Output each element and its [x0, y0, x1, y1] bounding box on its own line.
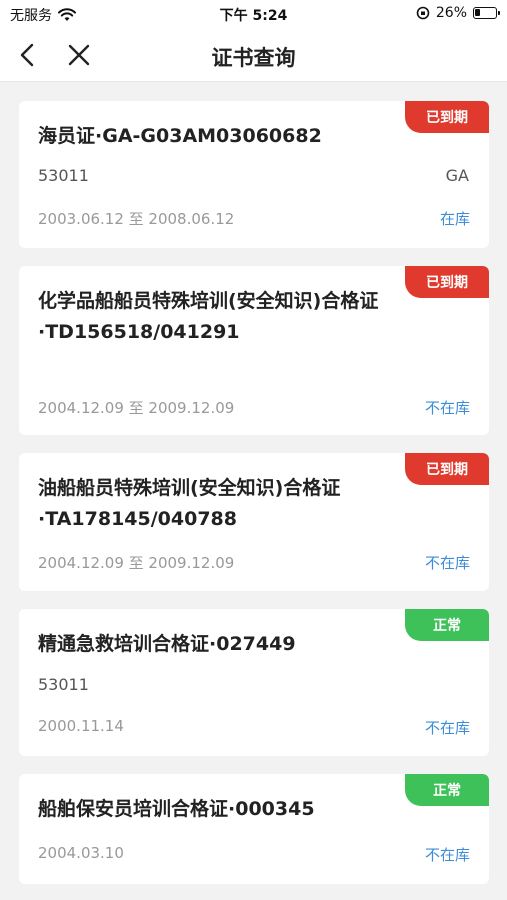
close-icon[interactable]	[62, 38, 96, 72]
certificate-region: GA	[445, 166, 469, 185]
battery-percent: 26%	[435, 5, 467, 21]
storage-status: 不在库	[424, 399, 470, 417]
certificate-date: 2004.12.09 至 2009.12.09	[38, 399, 235, 417]
status-right: 26%	[416, 5, 500, 21]
nav-bar: 证书查询	[0, 28, 507, 82]
status-bar: 无服务 下午 5:24 26%	[0, 0, 507, 28]
certificate-card[interactable]: 已到期 油船船员特殊培训(安全知识)合格证 ·TA178145/040788 2…	[19, 453, 489, 591]
certificate-card[interactable]: 正常 船舶保安员培训合格证·000345 2004.03.10 不在库	[19, 774, 489, 884]
certificate-date: 2004.12.09 至 2009.12.09	[38, 554, 235, 572]
certificate-code: 53011	[38, 675, 89, 694]
storage-status: 不在库	[424, 719, 470, 737]
battery-icon	[473, 7, 500, 19]
back-icon[interactable]	[12, 38, 46, 72]
orientation-lock-icon	[416, 6, 430, 20]
status-badge: 已到期	[405, 266, 489, 298]
certificate-code: 53011	[38, 166, 89, 185]
certificate-title: 化学品船船员特殊培训(安全知识)合格证 ·TD156518/041291	[38, 290, 379, 343]
status-badge: 正常	[405, 609, 489, 641]
status-badge: 正常	[405, 774, 489, 806]
certificate-title: 船舶保安员培训合格证·000345	[38, 798, 315, 820]
storage-status: 不在库	[424, 846, 470, 864]
certificate-card[interactable]: 已到期 化学品船船员特殊培训(安全知识)合格证 ·TD156518/041291…	[19, 266, 489, 435]
status-badge: 已到期	[405, 101, 489, 133]
certificate-card[interactable]: 正常 精通急救培训合格证·027449 53011 2000.11.14 不在库	[19, 609, 489, 756]
certificate-title: 油船船员特殊培训(安全知识)合格证 ·TA178145/040788	[38, 477, 341, 530]
storage-status: 不在库	[424, 554, 470, 572]
certificate-date: 2003.06.12 至 2008.06.12	[38, 210, 235, 228]
certificate-card[interactable]: 已到期 海员证·GA-G03AM03060682 53011 GA 2003.0…	[19, 101, 489, 248]
battery-level	[475, 9, 480, 16]
certificate-date: 2000.11.14	[38, 717, 124, 735]
storage-status: 在库	[439, 210, 470, 228]
status-badge: 已到期	[405, 453, 489, 485]
certificate-title: 精通急救培训合格证·027449	[38, 633, 296, 655]
certificate-date: 2004.03.10	[38, 844, 124, 862]
certificate-title: 海员证·GA-G03AM03060682	[38, 125, 322, 147]
